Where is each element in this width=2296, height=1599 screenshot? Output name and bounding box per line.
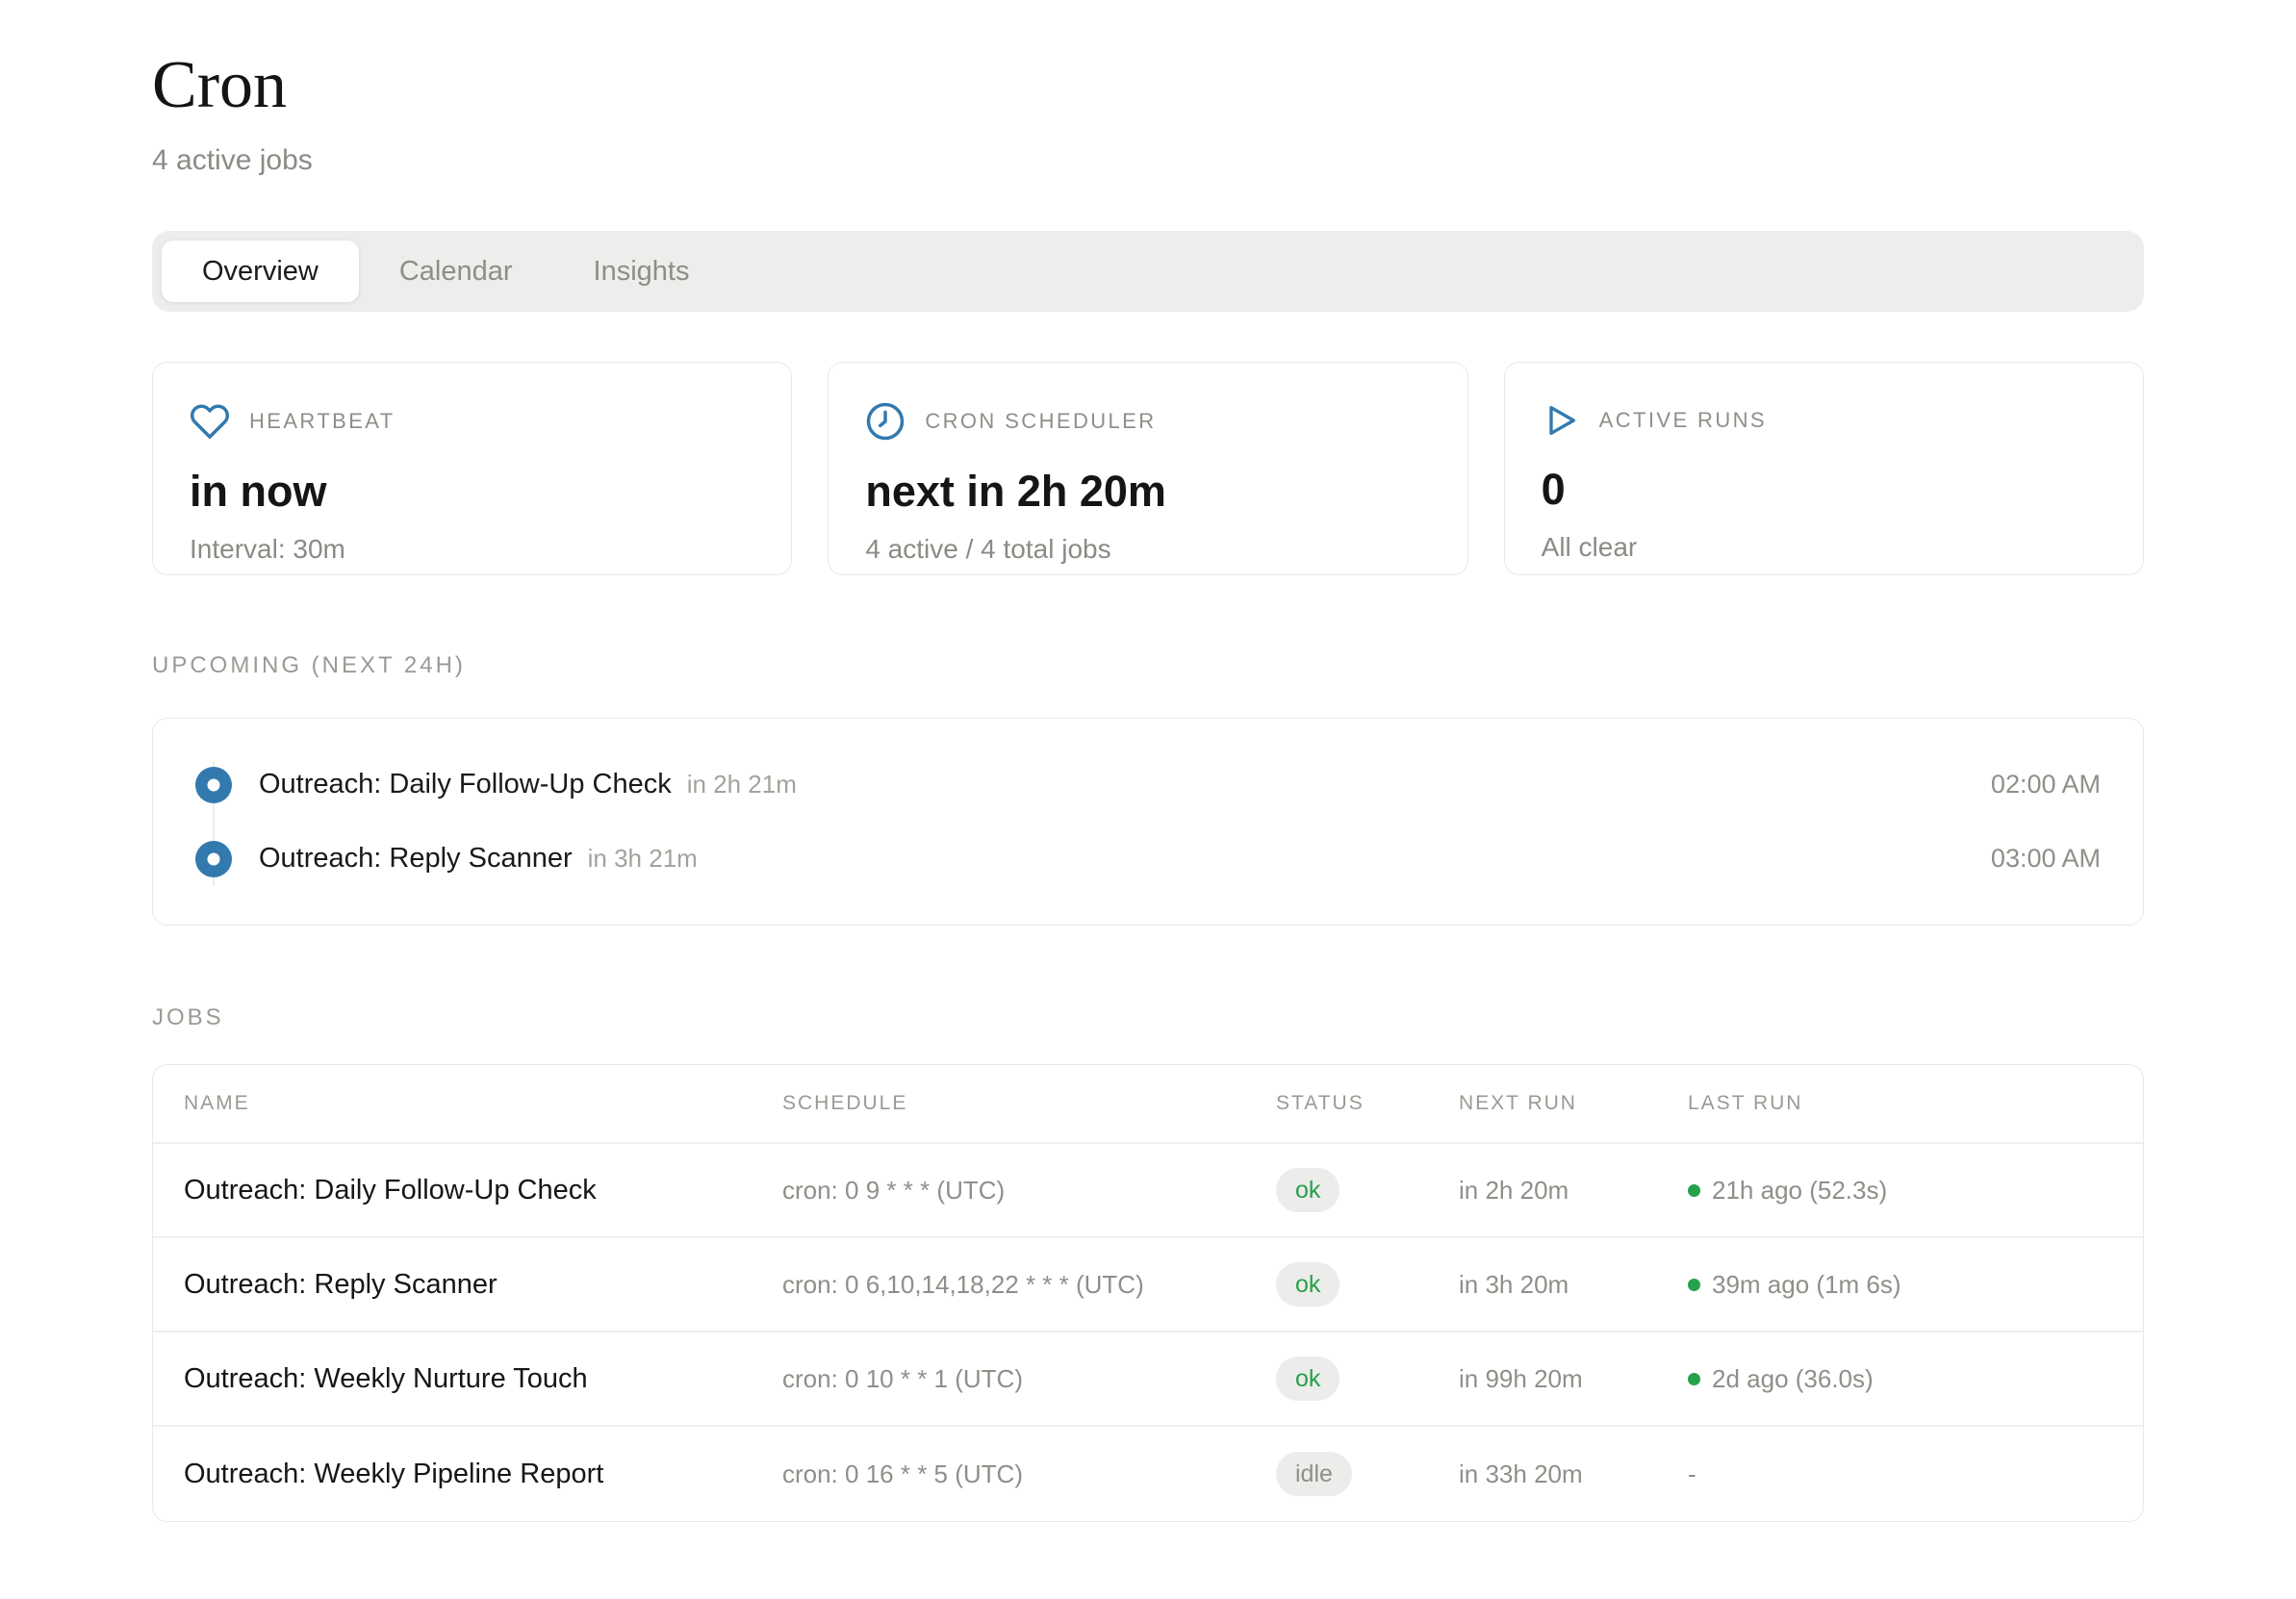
upcoming-item[interactable]: Outreach: Daily Follow-Up Check in 2h 21… (195, 748, 2101, 822)
cron-scheduler-card-label: CRON SCHEDULER (925, 409, 1156, 434)
timeline-bullet-icon (195, 767, 232, 803)
heartbeat-card-value: in now (190, 467, 754, 517)
heartbeat-card-sub: Interval: 30m (190, 534, 754, 565)
cron-scheduler-card-value: next in 2h 20m (865, 467, 1430, 517)
job-next-run: in 3h 20m (1459, 1270, 1688, 1300)
job-schedule: cron: 0 10 * * 1 (UTC) (782, 1364, 1276, 1394)
jobs-table: NAME SCHEDULE STATUS NEXT RUN LAST RUN O… (152, 1064, 2144, 1522)
job-name: Outreach: Daily Follow-Up Check (184, 1175, 782, 1206)
active-runs-card-label: ACTIVE RUNS (1599, 408, 1767, 433)
upcoming-item-title: Outreach: Daily Follow-Up Check (259, 769, 672, 800)
column-header-status: STATUS (1276, 1092, 1459, 1115)
success-dot-icon (1688, 1184, 1700, 1197)
job-name: Outreach: Weekly Pipeline Report (184, 1459, 782, 1490)
job-schedule: cron: 0 16 * * 5 (UTC) (782, 1459, 1276, 1489)
tab-insights[interactable]: Insights (553, 241, 730, 302)
job-last-run: 21h ago (52.3s) (1712, 1176, 1887, 1206)
clock-icon (865, 401, 906, 442)
table-row[interactable]: Outreach: Weekly Pipeline Report cron: 0… (153, 1427, 2143, 1521)
upcoming-panel: Outreach: Daily Follow-Up Check in 2h 21… (152, 718, 2144, 926)
active-runs-card: ACTIVE RUNS 0 All clear (1504, 362, 2144, 575)
job-last-run: 2d ago (36.0s) (1712, 1364, 1874, 1394)
status-badge: idle (1276, 1452, 1352, 1496)
timeline-bullet-icon (195, 841, 232, 877)
success-dot-icon (1688, 1279, 1700, 1291)
job-name: Outreach: Weekly Nurture Touch (184, 1363, 782, 1395)
job-schedule: cron: 0 9 * * * (UTC) (782, 1176, 1276, 1206)
active-runs-card-sub: All clear (1542, 532, 2106, 563)
page-title: Cron (152, 52, 2144, 119)
page-subtitle: 4 active jobs (152, 144, 2144, 177)
job-last-run: 39m ago (1m 6s) (1712, 1270, 1901, 1300)
active-runs-card-value: 0 (1542, 465, 2106, 515)
success-dot-icon (1688, 1373, 1700, 1385)
page: Cron 4 active jobs Overview Calendar Ins… (0, 0, 2296, 1522)
status-badge: ok (1276, 1357, 1339, 1401)
heartbeat-card-label: HEARTBEAT (249, 409, 395, 434)
upcoming-item-time: 02:00 AM (1991, 770, 2101, 800)
upcoming-item-time: 03:00 AM (1991, 844, 2101, 874)
status-badge: ok (1276, 1168, 1339, 1212)
upcoming-heading: UPCOMING (NEXT 24H) (152, 652, 2144, 679)
upcoming-item-relative: in 3h 21m (588, 844, 698, 874)
heart-icon (190, 401, 230, 442)
job-last-run: - (1688, 1459, 1696, 1489)
job-next-run: in 33h 20m (1459, 1459, 1688, 1489)
jobs-table-header: NAME SCHEDULE STATUS NEXT RUN LAST RUN (153, 1065, 2143, 1144)
upcoming-item[interactable]: Outreach: Reply Scanner in 3h 21m 03:00 … (195, 822, 2101, 896)
table-row[interactable]: Outreach: Weekly Nurture Touch cron: 0 1… (153, 1332, 2143, 1427)
upcoming-item-title: Outreach: Reply Scanner (259, 843, 573, 875)
status-badge: ok (1276, 1262, 1339, 1307)
tab-overview[interactable]: Overview (162, 241, 359, 302)
upcoming-item-relative: in 2h 21m (687, 770, 797, 800)
stat-cards: HEARTBEAT in now Interval: 30m CRON SCHE… (152, 362, 2144, 575)
tab-bar: Overview Calendar Insights (152, 231, 2144, 312)
table-row[interactable]: Outreach: Reply Scanner cron: 0 6,10,14,… (153, 1238, 2143, 1332)
column-header-name: NAME (184, 1092, 782, 1115)
job-next-run: in 99h 20m (1459, 1364, 1688, 1394)
column-header-schedule: SCHEDULE (782, 1092, 1276, 1115)
job-schedule: cron: 0 6,10,14,18,22 * * * (UTC) (782, 1270, 1276, 1300)
play-icon (1542, 401, 1580, 440)
job-name: Outreach: Reply Scanner (184, 1269, 782, 1301)
jobs-heading: JOBS (152, 1004, 2144, 1031)
column-header-last-run: LAST RUN (1688, 1092, 2112, 1115)
column-header-next-run: NEXT RUN (1459, 1092, 1688, 1115)
job-next-run: in 2h 20m (1459, 1176, 1688, 1206)
table-row[interactable]: Outreach: Daily Follow-Up Check cron: 0 … (153, 1144, 2143, 1238)
cron-scheduler-card-sub: 4 active / 4 total jobs (865, 534, 1430, 565)
cron-scheduler-card: CRON SCHEDULER next in 2h 20m 4 active /… (828, 362, 1467, 575)
heartbeat-card: HEARTBEAT in now Interval: 30m (152, 362, 792, 575)
tab-calendar[interactable]: Calendar (359, 241, 553, 302)
